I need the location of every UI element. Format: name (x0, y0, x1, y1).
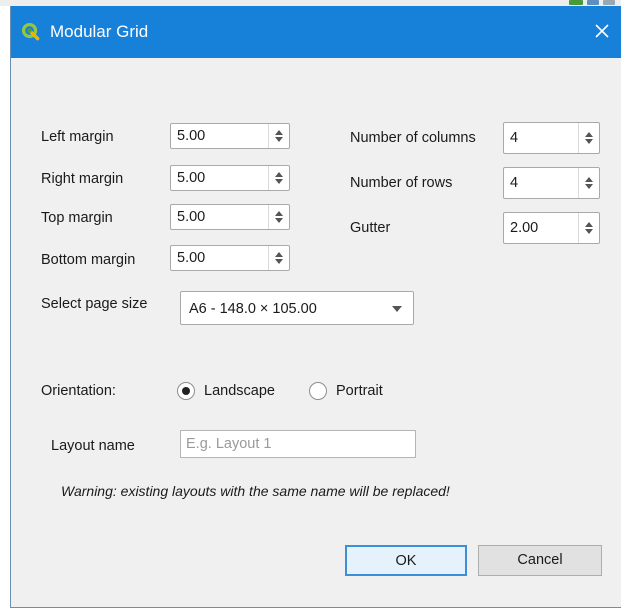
portrait-radio[interactable] (309, 382, 327, 400)
number-of-columns-label: Number of columns (350, 130, 476, 146)
page-size-dropdown[interactable]: A6 - 148.0 × 105.00 (180, 291, 414, 325)
spin-arrows-icon[interactable] (578, 123, 599, 153)
layout-name-input[interactable] (181, 431, 415, 457)
gutter-value: 2.00 (510, 220, 539, 236)
radio-selected-dot (182, 387, 190, 395)
spin-arrows-icon[interactable] (578, 168, 599, 198)
number-of-rows-value: 4 (510, 175, 519, 191)
number-of-columns-spinbox[interactable]: 4 (503, 122, 600, 154)
bottom-margin-label: Bottom margin (41, 252, 136, 268)
qgis-logo-icon (21, 22, 40, 41)
modular-grid-dialog: Modular Grid Left margin 5.00 Right marg… (10, 6, 621, 608)
close-icon[interactable] (591, 20, 613, 42)
number-of-rows-label: Number of rows (350, 175, 453, 191)
number-of-rows-spinbox[interactable]: 4 (503, 167, 600, 199)
cancel-button[interactable]: Cancel (478, 545, 602, 576)
spin-arrows-icon[interactable] (268, 124, 289, 148)
right-margin-value: 5.00 (177, 170, 206, 186)
orientation-label: Orientation: (41, 383, 116, 399)
warning-text: Warning: existing layouts with the same … (61, 483, 450, 499)
page-size-value: A6 - 148.0 × 105.00 (189, 301, 317, 317)
top-margin-label: Top margin (41, 210, 113, 226)
left-margin-spinbox[interactable]: 5.00 (170, 123, 290, 149)
left-margin-value: 5.00 (177, 128, 206, 144)
dialog-title: Modular Grid (50, 22, 149, 41)
bottom-margin-spinbox[interactable]: 5.00 (170, 245, 290, 271)
ok-button[interactable]: OK (345, 545, 467, 576)
gutter-label: Gutter (350, 220, 391, 236)
spin-arrows-icon[interactable] (268, 246, 289, 270)
right-margin-spinbox[interactable]: 5.00 (170, 165, 290, 191)
page-size-label: Select page size (41, 296, 148, 312)
bottom-margin-value: 5.00 (177, 250, 206, 266)
left-margin-label: Left margin (41, 129, 114, 145)
top-margin-value: 5.00 (177, 209, 206, 225)
gutter-spinbox[interactable]: 2.00 (503, 212, 600, 244)
title-bar: Modular Grid (11, 6, 621, 58)
layout-name-field[interactable] (180, 430, 416, 458)
right-margin-label: Right margin (41, 171, 124, 187)
number-of-columns-value: 4 (510, 130, 519, 146)
spin-arrows-icon[interactable] (268, 205, 289, 229)
layout-name-label: Layout name (51, 438, 135, 454)
top-margin-spinbox[interactable]: 5.00 (170, 204, 290, 230)
landscape-label[interactable]: Landscape (204, 382, 275, 400)
landscape-radio[interactable] (177, 382, 195, 400)
portrait-label[interactable]: Portrait (336, 382, 383, 400)
spin-arrows-icon[interactable] (268, 166, 289, 190)
spin-arrows-icon[interactable] (578, 213, 599, 243)
dropdown-arrow-icon (392, 306, 402, 312)
